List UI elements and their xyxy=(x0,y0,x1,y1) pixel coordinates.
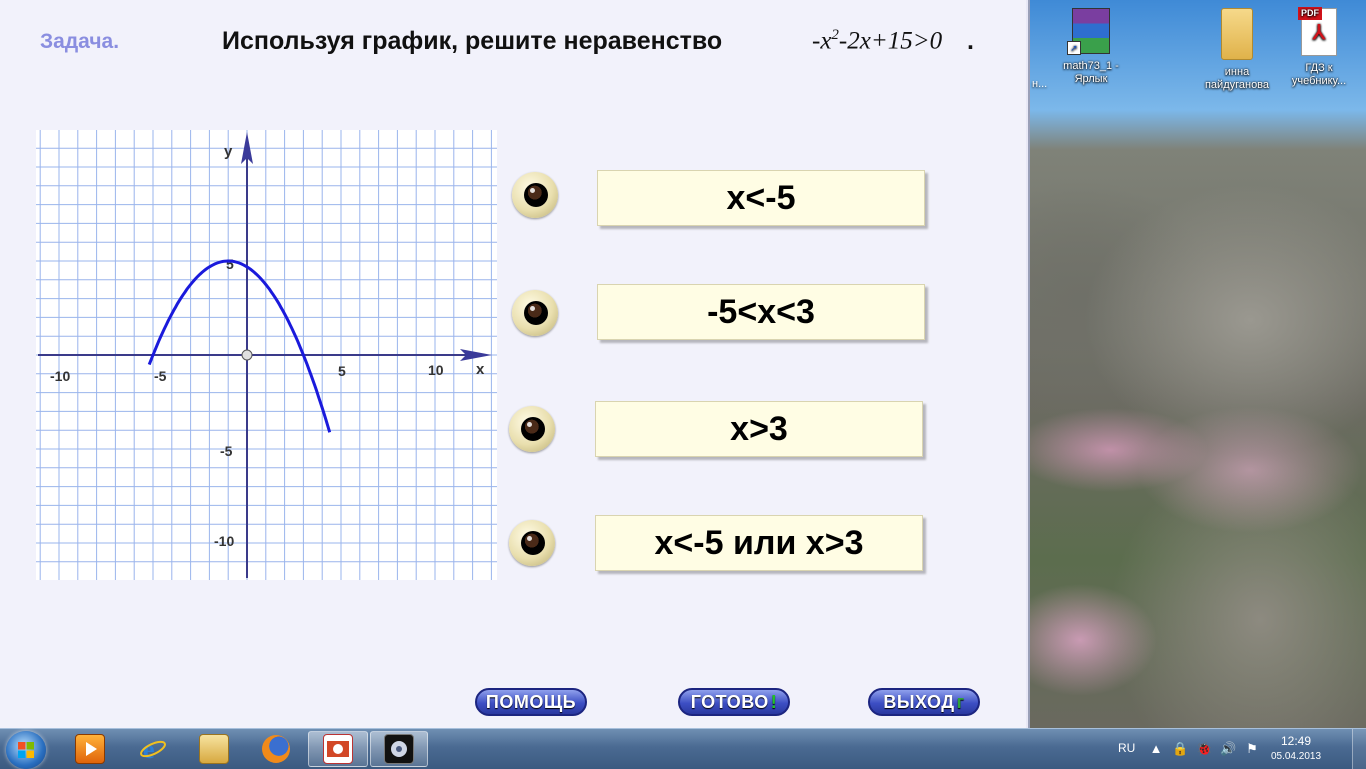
desktop-icon-pdf[interactable]: PDF ⅄ ГДЗ к учебнику... xyxy=(1282,7,1356,88)
origin-point xyxy=(241,349,253,361)
exit-button-label: ВЫХОД xyxy=(883,691,955,712)
windows-flag-icon xyxy=(18,742,34,758)
language-indicator[interactable]: RU xyxy=(1118,741,1135,755)
radio-eye-icon xyxy=(524,301,548,325)
clock-time: 12:49 xyxy=(1280,734,1312,748)
clock[interactable]: 12:49 05.04.2013 xyxy=(1266,734,1326,764)
tray-power-icon[interactable]: ⚑ xyxy=(1244,741,1260,757)
done-mark-icon: ! xyxy=(770,691,778,712)
done-button[interactable]: ГОТОВО! xyxy=(678,688,790,716)
task-question: Используя график, решите неравенство xyxy=(222,27,723,55)
help-button-label: ПОМОЩЬ xyxy=(485,691,577,712)
done-button-label: ГОТОВО xyxy=(690,691,769,712)
help-button[interactable]: ПОМОЩЬ xyxy=(475,688,587,716)
expression-sup: 2 xyxy=(831,27,839,43)
taskbar-media-player[interactable] xyxy=(62,731,118,767)
answer-option-2[interactable]: -5<x<3 xyxy=(597,284,925,340)
task-label: Задача. xyxy=(40,30,120,53)
app-window: Задача. Используя график, решите неравен… xyxy=(0,0,1030,728)
taskbar-app[interactable] xyxy=(370,731,428,767)
folder-icon xyxy=(1221,8,1253,60)
x-tick-label: 10 xyxy=(428,362,444,378)
pdf-icon: PDF ⅄ xyxy=(1298,7,1337,56)
firefox-icon xyxy=(262,735,290,763)
taskbar-internet-explorer[interactable]: e xyxy=(125,731,181,767)
x-tick-label: -5 xyxy=(154,368,167,384)
desktop-partial-label: н... xyxy=(1032,78,1048,90)
explorer-folder-icon xyxy=(199,734,229,764)
winrar-icon: ➚ xyxy=(1067,8,1110,55)
radio-eye-icon xyxy=(521,531,545,555)
start-button[interactable] xyxy=(6,731,46,769)
parabola-graph: y x -10 -5 5 10 5 -5 -10 xyxy=(36,130,497,580)
y-tick-label: -5 xyxy=(220,443,233,459)
desktop-icon-label: ГДЗ к учебнику... xyxy=(1291,62,1347,87)
app-content: Задача. Используя график, решите неравен… xyxy=(0,0,1026,728)
pdf-tag: PDF xyxy=(1298,7,1322,20)
task-period: . xyxy=(967,27,974,55)
volume-icon[interactable]: 🔊 xyxy=(1220,741,1236,757)
x-tick-label: 5 xyxy=(338,363,346,379)
desktop-icon-folder[interactable]: инна пайдуганова xyxy=(1200,8,1274,92)
answer-option-4[interactable]: x<-5 или x>3 xyxy=(595,515,923,571)
taskbar-powerpoint[interactable] xyxy=(308,731,368,767)
task-expression: -x2-2x+15>0 xyxy=(812,27,942,55)
y-tick-label: 5 xyxy=(226,256,234,272)
tray-expand-icon[interactable]: ▲ xyxy=(1148,741,1164,757)
answer-radio-4[interactable] xyxy=(509,520,555,566)
answer-radio-2[interactable] xyxy=(512,290,558,336)
app-icon xyxy=(384,734,414,764)
desktop-icon-math73[interactable]: ➚ math73_1 - Ярлык xyxy=(1054,8,1128,86)
clock-date: 05.04.2013 xyxy=(1270,751,1322,762)
y-axis-label: y xyxy=(224,143,233,160)
internet-explorer-icon: e xyxy=(139,735,167,764)
taskbar-firefox[interactable] xyxy=(248,731,304,767)
answer-radio-1[interactable] xyxy=(512,172,558,218)
answer-option-3[interactable]: x>3 xyxy=(595,401,923,457)
taskbar: e RU ▲ 🔒 🐞 🔊 ⚑ 12:49 05.04.2013 xyxy=(0,728,1366,769)
windows-media-player-icon xyxy=(75,734,105,764)
expression-rest: -2x+15>0 xyxy=(838,27,943,55)
tray-antivirus-icon[interactable]: 🐞 xyxy=(1196,741,1212,757)
radio-eye-icon xyxy=(521,417,545,441)
radio-eye-icon xyxy=(524,183,548,207)
answer-option-1[interactable]: x<-5 xyxy=(597,170,925,226)
taskbar-explorer[interactable] xyxy=(186,731,242,767)
expression-main: -x xyxy=(812,27,832,55)
desktop-icon-label: math73_1 - Ярлык xyxy=(1063,60,1119,85)
adobe-logo-icon: ⅄ xyxy=(1312,22,1326,44)
x-axis-label: x xyxy=(476,361,485,378)
y-tick-label: -10 xyxy=(214,533,234,549)
powerpoint-icon xyxy=(323,734,353,764)
answer-radio-3[interactable] xyxy=(509,406,555,452)
shortcut-arrow-icon: ➚ xyxy=(1067,41,1081,55)
exit-button[interactable]: ВЫХОД г xyxy=(868,688,980,716)
show-desktop-button[interactable] xyxy=(1352,729,1366,769)
x-tick-label: -10 xyxy=(50,368,70,384)
exit-door-icon: г xyxy=(956,691,965,712)
desktop-icon-label: инна пайдуганова xyxy=(1204,66,1270,91)
tray-network-icon[interactable]: 🔒 xyxy=(1172,741,1188,757)
